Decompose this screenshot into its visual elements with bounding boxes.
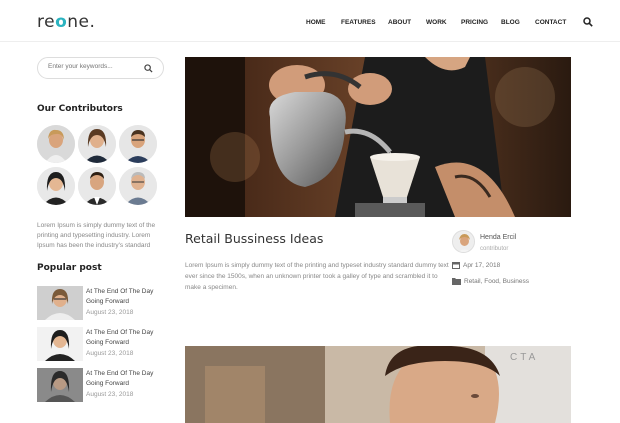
- post-categories[interactable]: Retail, Food, Business: [464, 278, 529, 285]
- search-icon[interactable]: [583, 17, 593, 27]
- post-featured-image[interactable]: CTA: [185, 346, 571, 423]
- search-icon[interactable]: [144, 64, 153, 73]
- author-avatar[interactable]: [452, 230, 475, 253]
- post-date-row: Apr 17, 2018: [452, 261, 500, 269]
- nav-about[interactable]: ABOUT: [388, 19, 411, 26]
- post-date: Apr 17, 2018: [463, 261, 501, 269]
- logo-text-post: ne.: [67, 12, 96, 32]
- contributors-heading: Our Contributors: [37, 104, 123, 114]
- contributors-grid: [37, 125, 159, 205]
- site-header: reone. HOME FEATURES ABOUT WORK PRICING …: [0, 0, 620, 42]
- list-item[interactable]: At The End Of The Day Going Forward Augu…: [37, 327, 167, 363]
- nav-contact[interactable]: CONTACT: [535, 19, 566, 26]
- search-input[interactable]: [48, 63, 143, 70]
- popular-post-title[interactable]: At The End Of The Day Going Forward: [86, 287, 167, 307]
- nav-blog[interactable]: BLOG: [501, 19, 520, 26]
- popular-post-title[interactable]: At The End Of The Day Going Forward: [86, 369, 167, 389]
- nav-work[interactable]: WORK: [426, 19, 447, 26]
- nav-home[interactable]: HOME: [306, 19, 326, 26]
- popular-post-date: August 23, 2018: [86, 350, 134, 357]
- contributor-avatar[interactable]: [119, 125, 157, 163]
- contributor-avatar[interactable]: [78, 125, 116, 163]
- logo-text-pre: re: [37, 12, 56, 32]
- contributor-avatar[interactable]: [37, 167, 75, 205]
- nav-features[interactable]: FEATURES: [341, 19, 376, 26]
- logo-text-accent: o: [55, 12, 68, 32]
- nav-pricing[interactable]: PRICING: [461, 19, 488, 26]
- post-featured-image[interactable]: [185, 57, 571, 217]
- post-categories-row: Retail, Food, Business: [452, 277, 529, 285]
- list-item[interactable]: At The End Of The Day Going Forward Augu…: [37, 368, 167, 404]
- contributor-avatar[interactable]: [119, 167, 157, 205]
- author-role: contributor: [480, 246, 509, 252]
- popular-post-date: August 23, 2018: [86, 391, 134, 398]
- sidebar-search: [37, 57, 164, 79]
- post-thumbnail[interactable]: [37, 368, 83, 402]
- background-sign-text: CTA: [510, 352, 538, 363]
- sidebar-about-text: Lorem Ipsum is simply dummy text of the …: [37, 222, 156, 249]
- popular-heading: Popular post: [37, 263, 102, 273]
- popular-posts-list: At The End Of The Day Going Forward Augu…: [37, 286, 167, 409]
- calendar-icon: [452, 262, 460, 269]
- post-excerpt: Lorem Ipsum is simply dummy text of the …: [185, 262, 449, 291]
- list-item[interactable]: At The End Of The Day Going Forward Augu…: [37, 286, 167, 322]
- popular-post-date: August 23, 2018: [86, 309, 134, 316]
- contributor-avatar[interactable]: [37, 125, 75, 163]
- post-thumbnail[interactable]: [37, 327, 83, 361]
- popular-post-title[interactable]: At The End Of The Day Going Forward: [86, 328, 167, 348]
- post-title[interactable]: Retail Bussiness Ideas: [185, 231, 323, 246]
- folder-icon: [452, 278, 461, 285]
- contributor-avatar[interactable]: [78, 167, 116, 205]
- site-logo[interactable]: reone.: [37, 12, 95, 32]
- author-name[interactable]: Henda Ercil: [480, 234, 516, 241]
- post-thumbnail[interactable]: [37, 286, 83, 320]
